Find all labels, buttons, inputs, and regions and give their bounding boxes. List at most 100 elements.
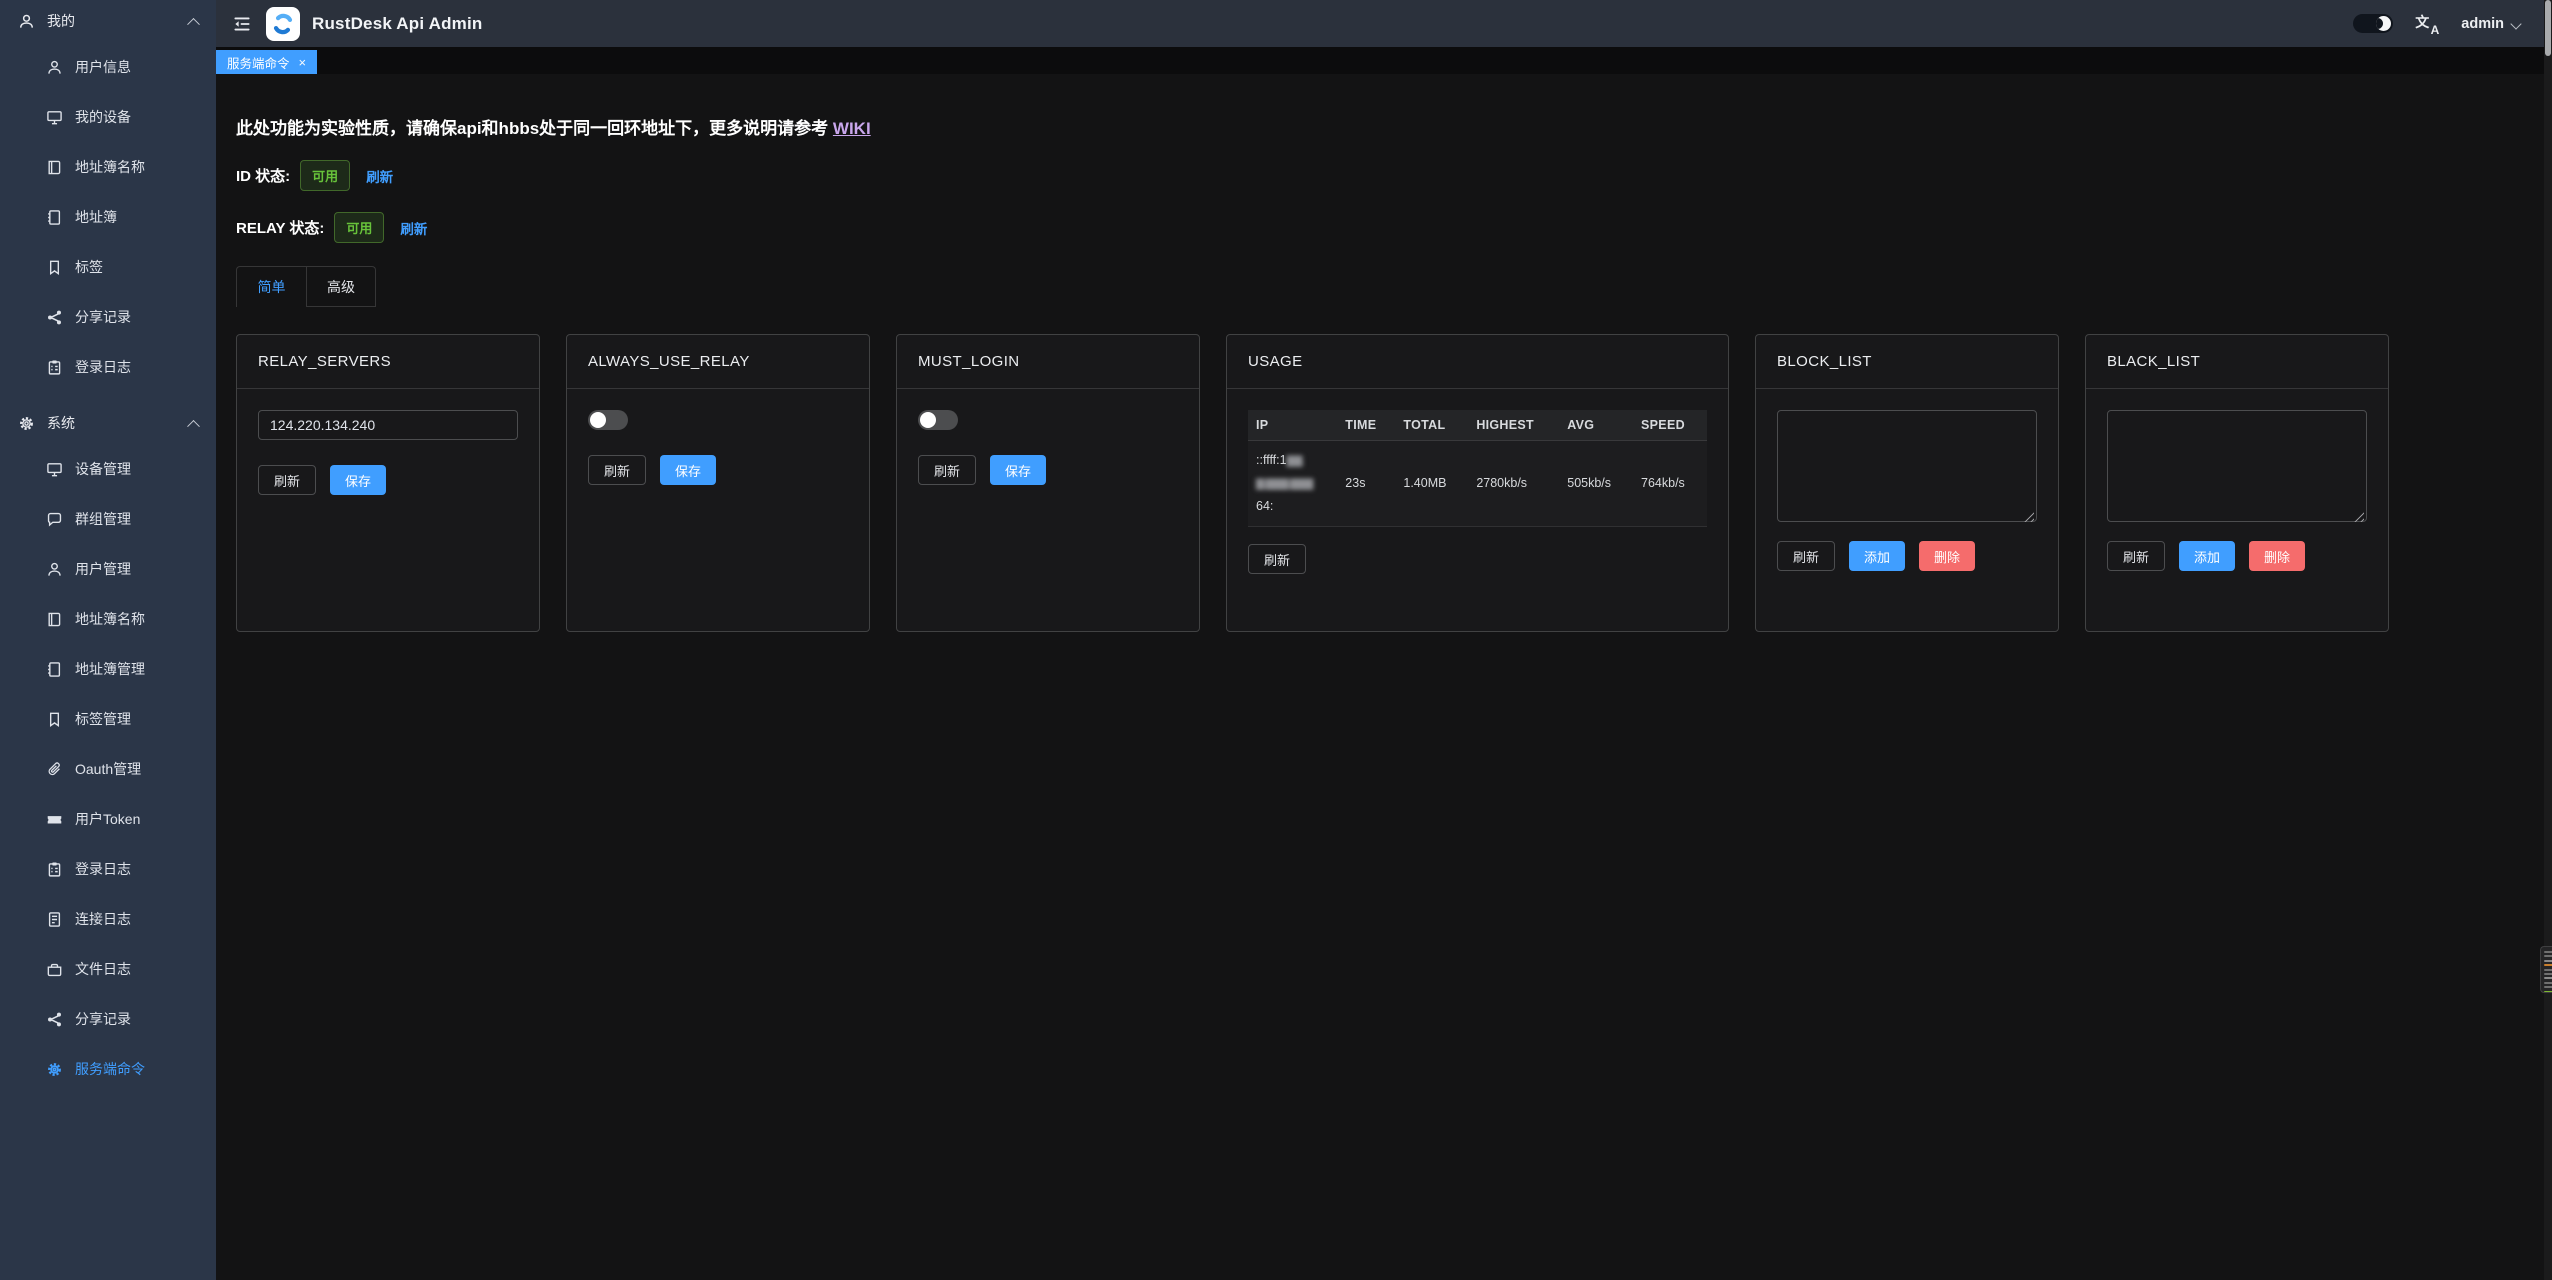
tab-advanced[interactable]: 高级: [306, 267, 375, 307]
bookmark-icon: [46, 711, 63, 728]
cell-total: 1.40MB: [1395, 441, 1468, 527]
sidebar-item-addressbook-mgmt[interactable]: 地址簿管理: [0, 644, 216, 694]
sidebar: 我的 用户信息 我的设备 地址簿名称 地址簿 标签 分享记录 登录日志 系统 设: [0, 0, 216, 1280]
bookmark-icon: [46, 259, 63, 276]
sidebar-item-user-info[interactable]: 用户信息: [0, 42, 216, 92]
save-button[interactable]: 保存: [330, 465, 386, 495]
sidebar-item-my-devices[interactable]: 我的设备: [0, 92, 216, 142]
notebook-icon: [46, 209, 63, 226]
sidebar-item-oauth-mgmt[interactable]: Oauth管理: [0, 744, 216, 794]
sidebar-item-share-records-sys[interactable]: 分享记录: [0, 994, 216, 1044]
must-login-toggle[interactable]: [918, 410, 958, 430]
experimental-notice: 此处功能为实验性质，请确保api和hbbs处于同一回环地址下，更多说明请参考 W…: [236, 114, 2524, 139]
refresh-button[interactable]: 刷新: [918, 455, 976, 485]
book-icon: [46, 611, 63, 628]
sidebar-item-addressbook-name-mgmt[interactable]: 地址簿名称: [0, 594, 216, 644]
share-icon: [46, 309, 63, 326]
card-relay-servers: RELAY_SERVERS 刷新 保存: [236, 334, 540, 632]
relay-servers-input[interactable]: [258, 410, 518, 440]
route-tab-server-commands[interactable]: 服务端命令 ×: [216, 50, 317, 74]
col-total: TOTAL: [1395, 410, 1468, 441]
sidebar-item-tag-mgmt[interactable]: 标签管理: [0, 694, 216, 744]
cell-time: 23s: [1337, 441, 1395, 527]
sidebar-item-user-mgmt[interactable]: 用户管理: [0, 544, 216, 594]
refresh-button[interactable]: 刷新: [1248, 544, 1306, 574]
chevron-up-icon: [187, 17, 200, 30]
table-row: ::ffff:1▇▇. ▇.▇▇▇.▇▇▇ 64: 23s 1.40MB 278…: [1248, 441, 1707, 527]
sidebar-item-addressbook[interactable]: 地址簿: [0, 192, 216, 242]
sidebar-item-addressbook-name[interactable]: 地址簿名称: [0, 142, 216, 192]
relay-refresh-link[interactable]: 刷新: [400, 218, 427, 238]
sidebar-section-label: 系统: [47, 413, 189, 433]
monitor-icon: [46, 461, 63, 478]
route-tabstrip: 服务端命令 ×: [216, 47, 2544, 74]
id-status-badge: 可用: [300, 160, 350, 191]
refresh-button[interactable]: 刷新: [1777, 541, 1835, 571]
route-tab-label: 服务端命令: [227, 53, 290, 72]
close-icon[interactable]: ×: [299, 56, 307, 69]
black-list-textarea-wrap: [2107, 410, 2367, 527]
clipboard-icon: [46, 359, 63, 376]
refresh-button[interactable]: 刷新: [2107, 541, 2165, 571]
notebook-icon: [46, 661, 63, 678]
delete-button[interactable]: 删除: [1919, 541, 1975, 571]
paperclip-icon: [46, 761, 63, 778]
col-time: TIME: [1337, 410, 1395, 441]
card-title: MUST_LOGIN: [897, 335, 1199, 389]
edge-widget-stripes: [2544, 951, 2552, 993]
tab-simple[interactable]: 简单: [237, 267, 306, 307]
sidebar-item-tags[interactable]: 标签: [0, 242, 216, 292]
cell-ip: ::ffff:1▇▇. ▇.▇▇▇.▇▇▇ 64:: [1248, 441, 1337, 527]
card-always-use-relay: ALWAYS_USE_RELAY 刷新 保存: [566, 334, 870, 632]
document-icon: [46, 911, 63, 928]
sidebar-item-group-mgmt[interactable]: 群组管理: [0, 494, 216, 544]
id-refresh-link[interactable]: 刷新: [366, 166, 393, 186]
moon-icon: [2376, 16, 2391, 31]
user-menu[interactable]: admin: [2461, 16, 2520, 32]
save-button[interactable]: 保存: [990, 455, 1046, 485]
relay-status-row: RELAY 状态: 可用 刷新: [236, 212, 2524, 243]
always-use-relay-toggle[interactable]: [588, 410, 628, 430]
scrollbar-thumb[interactable]: [2545, 0, 2551, 56]
redacted-text: ▇.▇▇▇.▇▇▇: [1256, 478, 1312, 490]
theme-toggle[interactable]: [2353, 14, 2393, 33]
sidebar-item-share-records[interactable]: 分享记录: [0, 292, 216, 342]
add-button[interactable]: 添加: [2179, 541, 2235, 571]
sidebar-fold-icon[interactable]: [232, 14, 252, 34]
sidebar-item-user-token[interactable]: 用户Token: [0, 794, 216, 844]
sidebar-item-connection-log[interactable]: 连接日志: [0, 894, 216, 944]
card-must-login: MUST_LOGIN 刷新 保存: [896, 334, 1200, 632]
chevron-up-icon: [187, 419, 200, 432]
refresh-button[interactable]: 刷新: [258, 465, 316, 495]
scrollbar-track[interactable]: [2544, 0, 2552, 1280]
mode-tabs: 简单 高级: [236, 266, 376, 307]
share-icon: [46, 1011, 63, 1028]
add-button[interactable]: 添加: [1849, 541, 1905, 571]
translate-icon[interactable]: 文A: [2415, 13, 2439, 35]
chat-icon: [46, 511, 63, 528]
sidebar-item-login-log-sys[interactable]: 登录日志: [0, 844, 216, 894]
user-name: admin: [2461, 16, 2504, 32]
sidebar-section-my[interactable]: 我的: [0, 0, 216, 42]
sidebar-item-login-log[interactable]: 登录日志: [0, 342, 216, 392]
topbar: RustDesk Api Admin 文A admin: [216, 0, 2544, 47]
col-ip: IP: [1248, 410, 1337, 441]
rustdesk-logo: [266, 7, 300, 41]
delete-button[interactable]: 删除: [2249, 541, 2305, 571]
sidebar-item-device-mgmt[interactable]: 设备管理: [0, 444, 216, 494]
wiki-link[interactable]: WIKI: [833, 119, 871, 138]
sidebar-item-file-log[interactable]: 文件日志: [0, 944, 216, 994]
id-status-label: ID 状态:: [236, 165, 290, 186]
main-content: 此处功能为实验性质，请确保api和hbbs处于同一回环地址下，更多说明请参考 W…: [216, 74, 2544, 1280]
block-list-textarea[interactable]: [1777, 410, 2037, 522]
sidebar-section-system[interactable]: 系统: [0, 402, 216, 444]
black-list-textarea[interactable]: [2107, 410, 2367, 522]
user-icon: [18, 13, 35, 30]
save-button[interactable]: 保存: [660, 455, 716, 485]
col-speed: SPEED: [1633, 410, 1707, 441]
card-title: ALWAYS_USE_RELAY: [567, 335, 869, 389]
clipboard-icon: [46, 861, 63, 878]
refresh-button[interactable]: 刷新: [588, 455, 646, 485]
sidebar-item-server-commands[interactable]: 服务端命令: [0, 1044, 216, 1094]
edge-widget: [2540, 946, 2552, 993]
